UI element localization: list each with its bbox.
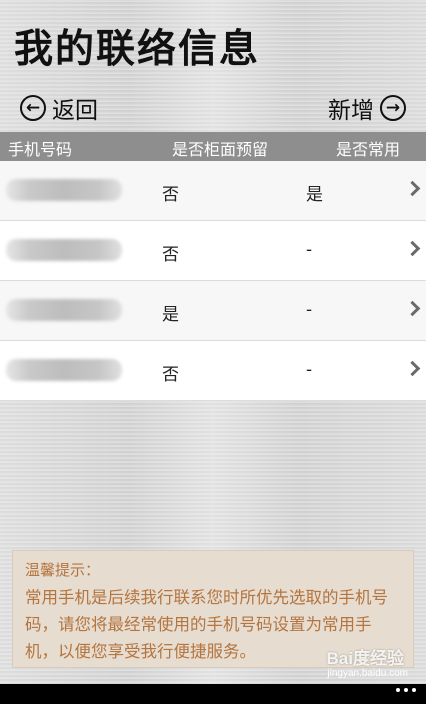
back-label: 返回	[52, 98, 98, 124]
back-button[interactable]: ← 返回	[20, 92, 98, 124]
app-bar	[0, 684, 426, 704]
common-value: -	[306, 360, 313, 380]
add-label: 新增	[328, 98, 374, 124]
contact-list: 否 是 否 - 是 - 否 -	[0, 161, 426, 401]
column-phone: 手机号码	[8, 140, 73, 159]
contact-row[interactable]: 否 是	[0, 161, 426, 221]
page-title: 我的联络信息	[14, 27, 261, 72]
tip-title: 温馨提示：	[25, 561, 101, 579]
phone-number-blurred	[6, 299, 122, 321]
chevron-right-icon	[404, 300, 421, 317]
counter-reserved-value: 是	[162, 305, 179, 325]
arrow-left-icon: ←	[20, 95, 46, 121]
watermark-logo: Bai度经验	[326, 649, 404, 668]
phone-number-blurred	[6, 359, 122, 381]
counter-reserved-value: 否	[162, 185, 179, 205]
arrow-right-icon: →	[380, 95, 406, 121]
chevron-right-icon	[404, 240, 421, 257]
more-options-icon[interactable]	[396, 688, 416, 692]
column-counter-reserved: 是否柜面预留	[172, 140, 269, 159]
phone-number-blurred	[6, 239, 122, 261]
contact-row[interactable]: 是 -	[0, 281, 426, 341]
common-value: 是	[306, 185, 323, 205]
counter-reserved-value: 否	[162, 245, 179, 265]
chevron-right-icon	[404, 360, 421, 377]
watermark-url: jingyan.baidu.com	[327, 668, 408, 679]
contact-row[interactable]: 否 -	[0, 341, 426, 401]
phone-number-blurred	[6, 179, 122, 201]
common-value: -	[306, 300, 313, 320]
add-button[interactable]: 新增 →	[328, 92, 406, 124]
column-common: 是否常用	[336, 140, 401, 159]
counter-reserved-value: 否	[162, 365, 179, 385]
contact-row[interactable]: 否 -	[0, 221, 426, 281]
common-value: -	[306, 240, 313, 260]
table-header: 手机号码 是否柜面预留 是否常用	[0, 132, 426, 161]
chevron-right-icon	[404, 180, 421, 197]
